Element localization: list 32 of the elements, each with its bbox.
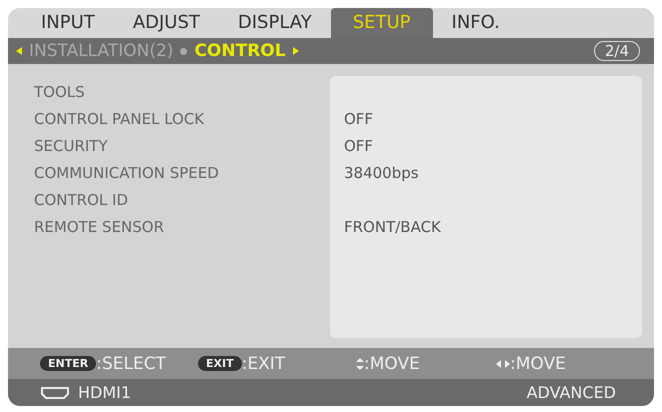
current-page-label: CONTROL — [194, 41, 286, 61]
menu-tab[interactable]: SETUP — [330, 8, 433, 38]
setting-label[interactable]: REMOTE SENSOR — [34, 218, 344, 236]
setting-label[interactable]: CONTROL ID — [34, 190, 344, 208]
page-indicator: 2/4 — [594, 41, 640, 61]
setting-label[interactable]: CONTROL PANEL LOCK — [34, 110, 344, 128]
left-right-arrow-icon — [496, 360, 510, 368]
setting-label[interactable]: TOOLS — [34, 82, 344, 100]
left-arrow-icon — [16, 47, 22, 55]
previous-page-label: INSTALLATION(2) — [29, 41, 174, 61]
setting-label[interactable]: SECURITY — [34, 136, 344, 154]
picture-mode: ADVANCED — [526, 383, 616, 402]
setting-value: 38400bps — [344, 164, 419, 182]
hint-text: :EXIT — [242, 354, 286, 374]
hint-text: :MOVE — [364, 354, 420, 374]
hint-text: :MOVE — [510, 354, 566, 374]
setting-value: FRONT/BACK — [344, 218, 441, 236]
key-badge: ENTER — [40, 356, 96, 371]
up-down-arrow-icon — [356, 358, 364, 370]
menu-tab[interactable]: INFO. — [432, 8, 519, 38]
menu-tab[interactable]: DISPLAY — [218, 8, 331, 38]
input-source: HDMI1 — [78, 383, 132, 402]
setting-value: OFF — [344, 136, 374, 154]
setting-value: OFF — [344, 110, 374, 128]
menu-tab[interactable]: INPUT — [22, 8, 114, 38]
dot-icon — [180, 48, 188, 54]
key-badge: EXIT — [198, 356, 242, 371]
hint-text: :SELECT — [96, 354, 166, 374]
hdmi-connector-icon — [40, 386, 70, 398]
right-arrow-icon — [292, 47, 299, 55]
setting-label[interactable]: COMMUNICATION SPEED — [34, 164, 344, 182]
menu-tab[interactable]: ADJUST — [114, 8, 219, 38]
